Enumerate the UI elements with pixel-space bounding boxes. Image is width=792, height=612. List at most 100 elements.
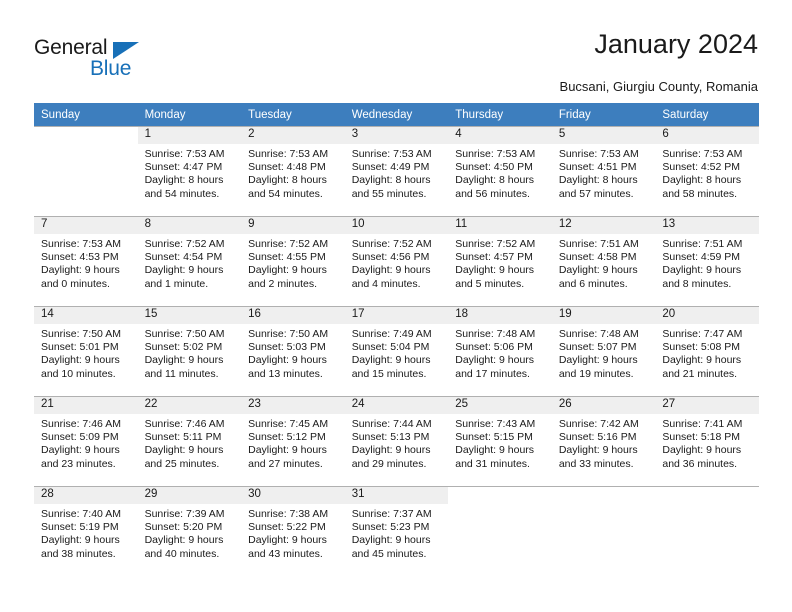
sunset-time: Sunset: 4:58 PM (558, 251, 637, 264)
sunrise-time: Sunrise: 7:42 AM (558, 418, 639, 430)
sunset-time: Sunset: 5:18 PM (662, 431, 741, 444)
sunset-time: Sunset: 5:22 PM (248, 521, 326, 534)
calendar-body: 1 Sunrise: 7:53 AM Sunset: 4:47 PM Daylight… (34, 126, 759, 577)
calendar-day-cell[interactable]: 10 Sunrise: 7:52 AM Sunset: 4:56 PM Dayligh… (344, 216, 449, 307)
calendar-day-cell[interactable]: 14 Sunrise: 7:50 AM Sunset: 5:01 PM Dayligh… (34, 306, 138, 397)
day-sun-info: Sunrise: 7:37 AM Sunset: 5:23 PM Daylight:… (345, 504, 449, 561)
day-sun-info: Sunrise: 7:41 AM Sunset: 5:18 PM Daylight:… (655, 414, 759, 471)
page-header: General Blue January 2024 Bucsani, Giurg… (0, 0, 792, 103)
day-number (655, 487, 759, 504)
calendar-day-cell[interactable]: 22 Sunrise: 7:46 AM Sunset: 5:11 PM Dayligh… (137, 396, 242, 487)
calendar-day-cell-empty (551, 486, 656, 577)
calendar-day-cell[interactable]: 15 Sunrise: 7:50 AM Sunset: 5:02 PM Dayligh… (137, 306, 242, 397)
daylight-duration-line2: and 10 minutes. (41, 367, 116, 380)
day-sun-info: Sunrise: 7:43 AM Sunset: 5:15 PM Daylight:… (448, 414, 552, 471)
daylight-duration-line1: Daylight: 9 hours (41, 264, 120, 277)
daylight-duration-line1: Daylight: 9 hours (558, 264, 638, 277)
logo-text-blue: Blue (90, 57, 132, 80)
calendar-day-cell[interactable]: 18 Sunrise: 7:48 AM Sunset: 5:06 PM Dayligh… (448, 306, 552, 397)
calendar-day-cell[interactable]: 28 Sunrise: 7:40 AM Sunset: 5:19 PM Dayligh… (34, 486, 138, 577)
day-number: 31 (344, 487, 449, 504)
daylight-duration-line1: Daylight: 9 hours (351, 354, 431, 367)
day-sun-info: Sunrise: 7:53 AM Sunset: 4:52 PM Daylight:… (655, 144, 759, 201)
calendar-day-cell[interactable]: 9 Sunrise: 7:52 AM Sunset: 4:55 PM Daylight… (241, 216, 345, 307)
sunset-time: Sunset: 5:20 PM (144, 521, 223, 534)
calendar-day-cell[interactable]: 12 Sunrise: 7:51 AM Sunset: 4:58 PM Dayligh… (551, 216, 656, 307)
calendar-day-cell[interactable]: 5 Sunrise: 7:53 AM Sunset: 4:51 PM Daylight… (551, 126, 656, 217)
daylight-duration-line1: Daylight: 9 hours (41, 444, 120, 457)
day-number: 28 (34, 487, 138, 504)
calendar-day-cell[interactable]: 24 Sunrise: 7:44 AM Sunset: 5:13 PM Dayligh… (344, 396, 449, 487)
weekday-header-monday: Monday (137, 103, 242, 127)
sunset-time: Sunset: 4:56 PM (351, 251, 430, 264)
daylight-duration-line2: and 23 minutes. (41, 457, 116, 470)
day-number: 19 (551, 307, 656, 324)
sunrise-time: Sunrise: 7:41 AM (662, 418, 743, 430)
daylight-duration-line1: Daylight: 9 hours (41, 354, 120, 367)
daylight-duration-line2: and 11 minutes. (144, 367, 219, 380)
day-sun-info: Sunrise: 7:38 AM Sunset: 5:22 PM Daylight:… (241, 504, 345, 561)
sunrise-time: Sunrise: 7:50 AM (248, 328, 329, 340)
daylight-duration-line1: Daylight: 9 hours (351, 264, 431, 277)
sunrise-time: Sunrise: 7:48 AM (558, 328, 639, 340)
day-sun-info: Sunrise: 7:46 AM Sunset: 5:11 PM Daylight:… (138, 414, 242, 471)
daylight-duration-line2: and 57 minutes. (558, 187, 634, 200)
calendar-day-cell[interactable]: 4 Sunrise: 7:53 AM Sunset: 4:50 PM Daylight… (448, 126, 552, 217)
day-number (448, 487, 552, 504)
day-number: 15 (137, 307, 242, 324)
day-number: 6 (655, 127, 759, 144)
day-sun-info: Sunrise: 7:42 AM Sunset: 5:16 PM Daylight:… (552, 414, 656, 471)
sunset-time: Sunset: 4:59 PM (662, 251, 741, 264)
sunrise-time: Sunrise: 7:49 AM (351, 328, 432, 340)
sunset-time: Sunset: 5:06 PM (455, 341, 533, 354)
sunrise-time: Sunrise: 7:47 AM (662, 328, 743, 340)
calendar-day-cell[interactable]: 23 Sunrise: 7:45 AM Sunset: 5:12 PM Dayligh… (241, 396, 345, 487)
calendar-header-row: Sunday Monday Tuesday Wednesday Thursday… (34, 103, 759, 127)
calendar-day-cell[interactable]: 29 Sunrise: 7:39 AM Sunset: 5:20 PM Dayligh… (137, 486, 242, 577)
daylight-duration-line1: Daylight: 8 hours (248, 174, 327, 187)
calendar-day-cell[interactable]: 25 Sunrise: 7:43 AM Sunset: 5:15 PM Dayligh… (448, 396, 552, 487)
sunrise-time: Sunrise: 7:51 AM (558, 238, 639, 250)
daylight-duration-line1: Daylight: 9 hours (558, 354, 638, 367)
calendar-day-cell[interactable]: 21 Sunrise: 7:46 AM Sunset: 5:09 PM Dayligh… (34, 396, 138, 487)
day-number: 21 (34, 397, 138, 414)
calendar-day-cell-empty (448, 486, 552, 577)
calendar-day-cell[interactable]: 17 Sunrise: 7:49 AM Sunset: 5:04 PM Dayligh… (344, 306, 449, 397)
weekday-header-wednesday: Wednesday (344, 103, 449, 127)
day-sun-info: Sunrise: 7:52 AM Sunset: 4:57 PM Daylight:… (448, 234, 552, 291)
daylight-duration-line2: and 54 minutes. (144, 187, 220, 200)
calendar-day-cell[interactable]: 26 Sunrise: 7:42 AM Sunset: 5:16 PM Dayligh… (551, 396, 656, 487)
calendar-week-row: 14 Sunrise: 7:50 AM Sunset: 5:01 PM Dayligh… (34, 306, 759, 397)
calendar-page: General Blue January 2024 Bucsani, Giurg… (0, 0, 792, 612)
calendar-day-cell[interactable]: 11 Sunrise: 7:52 AM Sunset: 4:57 PM Dayligh… (448, 216, 552, 307)
generalblue-logo[interactable]: General Blue (34, 36, 184, 86)
day-sun-info: Sunrise: 7:48 AM Sunset: 5:07 PM Daylight:… (552, 324, 656, 381)
daylight-duration-line1: Daylight: 8 hours (351, 174, 431, 187)
day-number: 25 (448, 397, 552, 414)
calendar-day-cell[interactable]: 6 Sunrise: 7:53 AM Sunset: 4:52 PM Daylight… (655, 126, 759, 217)
calendar-day-cell[interactable]: 20 Sunrise: 7:47 AM Sunset: 5:08 PM Dayligh… (655, 306, 759, 397)
calendar-day-cell[interactable]: 3 Sunrise: 7:53 AM Sunset: 4:49 PM Daylight… (344, 126, 449, 217)
calendar-day-cell-empty (34, 126, 138, 217)
sunrise-time: Sunrise: 7:53 AM (351, 148, 432, 160)
day-sun-info: Sunrise: 7:39 AM Sunset: 5:20 PM Daylight:… (138, 504, 242, 561)
calendar-day-cell[interactable]: 27 Sunrise: 7:41 AM Sunset: 5:18 PM Dayligh… (655, 396, 759, 487)
calendar-day-cell[interactable]: 19 Sunrise: 7:48 AM Sunset: 5:07 PM Dayligh… (551, 306, 656, 397)
day-sun-info: Sunrise: 7:53 AM Sunset: 4:48 PM Daylight:… (241, 144, 345, 201)
sunrise-time: Sunrise: 7:52 AM (144, 238, 225, 250)
calendar-day-cell[interactable]: 30 Sunrise: 7:38 AM Sunset: 5:22 PM Dayligh… (241, 486, 345, 577)
calendar-day-cell[interactable]: 13 Sunrise: 7:51 AM Sunset: 4:59 PM Dayligh… (655, 216, 759, 307)
daylight-duration-line1: Daylight: 9 hours (144, 444, 224, 457)
daylight-duration-line1: Daylight: 8 hours (455, 174, 535, 187)
daylight-duration-line2: and 56 minutes. (455, 187, 530, 200)
calendar-day-cell[interactable]: 7 Sunrise: 7:53 AM Sunset: 4:53 PM Daylight… (34, 216, 138, 307)
calendar-day-cell[interactable]: 1 Sunrise: 7:53 AM Sunset: 4:47 PM Daylight… (137, 126, 242, 217)
day-sun-info: Sunrise: 7:53 AM Sunset: 4:49 PM Daylight:… (345, 144, 449, 201)
calendar-day-cell[interactable]: 2 Sunrise: 7:53 AM Sunset: 4:48 PM Daylight… (241, 126, 345, 217)
calendar-day-cell[interactable]: 8 Sunrise: 7:52 AM Sunset: 4:54 PM Daylight… (137, 216, 242, 307)
day-sun-info: Sunrise: 7:51 AM Sunset: 4:58 PM Daylight:… (552, 234, 656, 291)
calendar-day-cell[interactable]: 16 Sunrise: 7:50 AM Sunset: 5:03 PM Dayligh… (241, 306, 345, 397)
sunset-time: Sunset: 5:07 PM (558, 341, 637, 354)
sunrise-time: Sunrise: 7:52 AM (248, 238, 329, 250)
calendar-day-cell[interactable]: 31 Sunrise: 7:37 AM Sunset: 5:23 PM Dayligh… (344, 486, 449, 577)
